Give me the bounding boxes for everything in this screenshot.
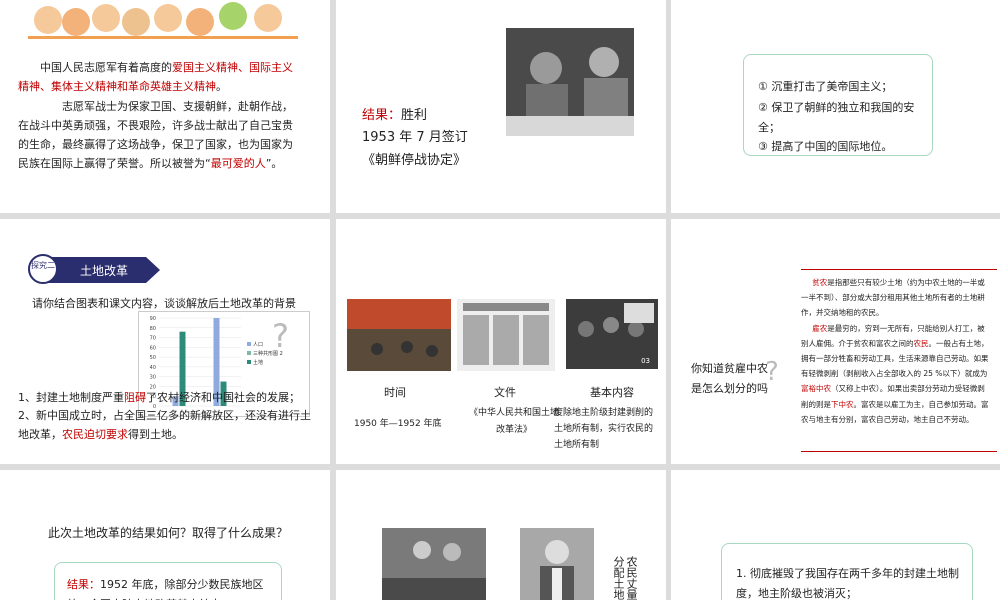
bottom-rule bbox=[801, 451, 997, 452]
background-point-1: 1、封建土地制度严重阻碍了农村经济和中国社会的发展； bbox=[18, 391, 300, 404]
section-header: 探究二 土地改革 bbox=[28, 254, 160, 284]
chart-legend-label: 人口 bbox=[253, 342, 263, 348]
slide-peasant-classes[interactable]: 你知道贫雇中农是怎么划分的吗 ? 贫农是指那些只有较少土地（约为中农土地的一半或… bbox=[671, 219, 1000, 464]
photo-number: 03 bbox=[641, 357, 650, 365]
slide-land-reform-background[interactable]: 探究二 土地改革 请你结合图表和课文内容，谈谈解放后土地改革的背景 90 80 70… bbox=[0, 219, 330, 464]
farmer-portrait-photo bbox=[520, 528, 594, 600]
chart-tick-label: 40 bbox=[150, 365, 156, 371]
slide-war-result[interactable]: 结果：胜利 1953 年 7 月签订《朝鲜停战协定》 bbox=[336, 0, 666, 213]
chart-tick-label: 80 bbox=[150, 326, 156, 332]
section-title: 土地改革 bbox=[80, 264, 129, 278]
content-value: 废除地主阶级封建剥削的土地所有制，实行农民的土地所有制 bbox=[554, 408, 654, 450]
farmers-land-photo bbox=[382, 528, 486, 600]
top-rule bbox=[801, 269, 997, 270]
chart-legend-swatch bbox=[247, 351, 251, 355]
significance-line: 1. 彻底摧毁了我国存在两千多年的封建土地制度，地主阶级也被消灭； bbox=[736, 567, 959, 600]
content-label: 基本内容 bbox=[590, 386, 634, 399]
armistice-text: 1953 年 7 月签订《朝鲜停战协定》 bbox=[362, 130, 468, 168]
meeting-photo bbox=[347, 299, 451, 371]
photo-caption: 农民丈量分配土地 bbox=[612, 556, 638, 600]
chart-tick-label: 30 bbox=[150, 375, 156, 381]
volunteer-paragraph-1: 中国人民志愿军有着高度的爱国主义精神、国际主义精神、集体主义精神和革命英雄主义精… bbox=[18, 61, 293, 93]
question-mark-icon: ? bbox=[272, 317, 289, 355]
time-label: 时间 bbox=[384, 386, 406, 399]
significance-item: ① 沉重打击了美帝国主义； bbox=[758, 80, 893, 93]
document-value: 《中华人民共和国土地改革法》 bbox=[468, 408, 559, 435]
slide-volunteer-spirit[interactable]: 中国人民志愿军有着高度的爱国主义精神、国际主义精神、集体主义精神和革命英雄主义精… bbox=[0, 0, 330, 213]
slide-reform-result[interactable]: 此次土地改革的结果如何？取得了什么成果？ 结果：1952 年底，除部分少数民族地… bbox=[0, 470, 330, 600]
result-line: 结果：胜利 bbox=[362, 108, 428, 123]
significance-item: ③ 提高了中国的国际地位。 bbox=[758, 140, 893, 153]
result-question: 此次土地改革的结果如何？取得了什么成果？ bbox=[48, 526, 289, 540]
chart-legend-label: 土地 bbox=[253, 359, 263, 366]
significance-box: ① 沉重打击了美帝国主义； ② 保卫了朝鲜的独立和我国的安全； ③ 提高了中国的… bbox=[743, 54, 933, 156]
result-box: 结果：1952 年底，除部分少数民族地区外，全国大陆土地改革基本结束 bbox=[54, 562, 282, 600]
section-badge: 探究二 bbox=[28, 254, 58, 284]
chart-tick-label: 70 bbox=[150, 336, 156, 342]
slide-reform-significance[interactable]: 1. 彻底摧毁了我国存在两千多年的封建土地制度，地主阶级也被消灭； bbox=[671, 470, 1000, 600]
chart-tick-label: 50 bbox=[150, 355, 156, 361]
question-prompt: 请你结合图表和课文内容，谈谈解放后土地改革的背景 bbox=[32, 297, 296, 310]
class-question: 你知道贫雇中农是怎么划分的吗 bbox=[691, 362, 768, 395]
slide-land-reform-law[interactable]: 03 时间 文件 基本内容 1950 年—1952 年底 《中华人民共和国土地改… bbox=[336, 219, 666, 464]
significance-item: ② 保卫了朝鲜的独立和我国的安全； bbox=[758, 101, 915, 134]
farmers-photo: 03 bbox=[566, 299, 658, 369]
chart-tick-label: 60 bbox=[150, 345, 156, 351]
question-mark-icon: ? bbox=[765, 357, 779, 387]
armistice-signing-photo bbox=[506, 28, 634, 136]
newspaper-photo bbox=[457, 299, 555, 371]
background-point-2: 2、新中国成立时，占全国三亿多的新解放区，还没有进行土地改革，农民迫切要求得到土… bbox=[18, 409, 311, 441]
document-label: 文件 bbox=[494, 386, 516, 399]
volunteer-paragraph-2: 志愿军战士为保家卫国、支援朝鲜，赴朝作战，在战斗中英勇顽强，不畏艰险，许多战士献… bbox=[18, 100, 293, 170]
slide-war-significance[interactable]: ① 沉重打击了美帝国主义； ② 保卫了朝鲜的独立和我国的安全； ③ 提高了中国的… bbox=[671, 0, 1000, 213]
chart-legend-swatch bbox=[247, 342, 251, 346]
kids-banner bbox=[28, 0, 298, 44]
significance-box: 1. 彻底摧毁了我国存在两千多年的封建土地制度，地主阶级也被消灭； bbox=[721, 543, 973, 600]
chart-tick-label: 90 bbox=[150, 316, 156, 322]
slide-land-measuring[interactable]: 农民丈量分配土地 bbox=[336, 470, 666, 600]
chart-legend-swatch bbox=[247, 360, 251, 364]
class-definitions: 贫农是指那些只有较少土地（约为中农土地的一半或一半不到）、部分或大部分租用其他土… bbox=[801, 278, 989, 424]
result-text: 结果：1952 年底，除部分少数民族地区外，全国大陆土地改革基本结束 bbox=[67, 578, 264, 600]
time-value: 1950 年—1952 年底 bbox=[354, 419, 442, 429]
